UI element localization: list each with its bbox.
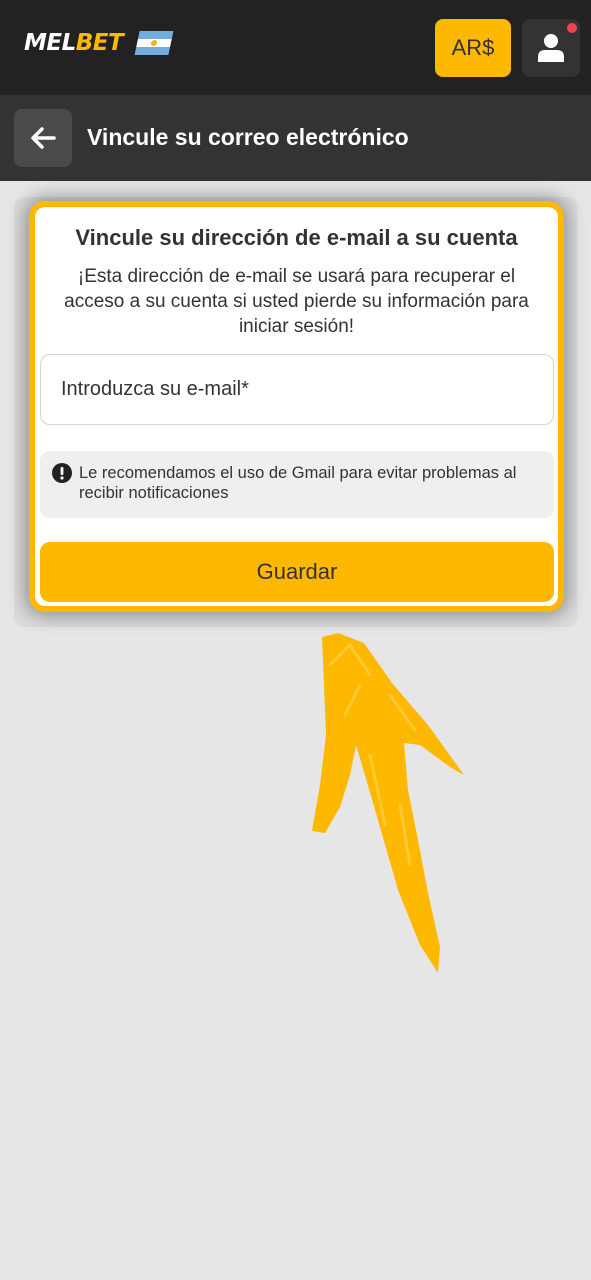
card-title: Vincule su dirección de e-mail a su cuen… bbox=[75, 225, 518, 250]
top-bar: MELBET AR$ bbox=[0, 0, 591, 95]
user-account-button[interactable] bbox=[522, 19, 580, 77]
email-input[interactable] bbox=[40, 354, 554, 425]
card-description: ¡Esta dirección de e-mail se usará para … bbox=[64, 266, 529, 337]
page-title: Vincule su correo electrónico bbox=[87, 124, 409, 150]
exclamation-circle-icon bbox=[52, 463, 72, 483]
notice-text: Le recomendamos el uso de Gmail para evi… bbox=[79, 464, 517, 502]
back-button[interactable] bbox=[14, 109, 72, 167]
notification-dot bbox=[567, 23, 577, 33]
arrow-left-icon bbox=[31, 127, 56, 149]
save-button[interactable]: Guardar bbox=[40, 542, 554, 602]
currency-button[interactable]: AR$ bbox=[435, 19, 511, 77]
hand-drawn-arrow-up-icon bbox=[312, 633, 464, 973]
gmail-recommendation-notice: Le recomendamos el uso de Gmail para evi… bbox=[40, 451, 554, 518]
melbet-logo[interactable]: MELBET bbox=[24, 30, 174, 56]
argentina-flag-icon bbox=[134, 31, 174, 55]
link-email-card: Vincule su dirección de e-mail a su cuen… bbox=[29, 201, 564, 612]
user-icon bbox=[538, 34, 564, 62]
sub-header: Vincule su correo electrónico bbox=[0, 95, 591, 181]
logo-text: MELBET bbox=[24, 30, 124, 56]
